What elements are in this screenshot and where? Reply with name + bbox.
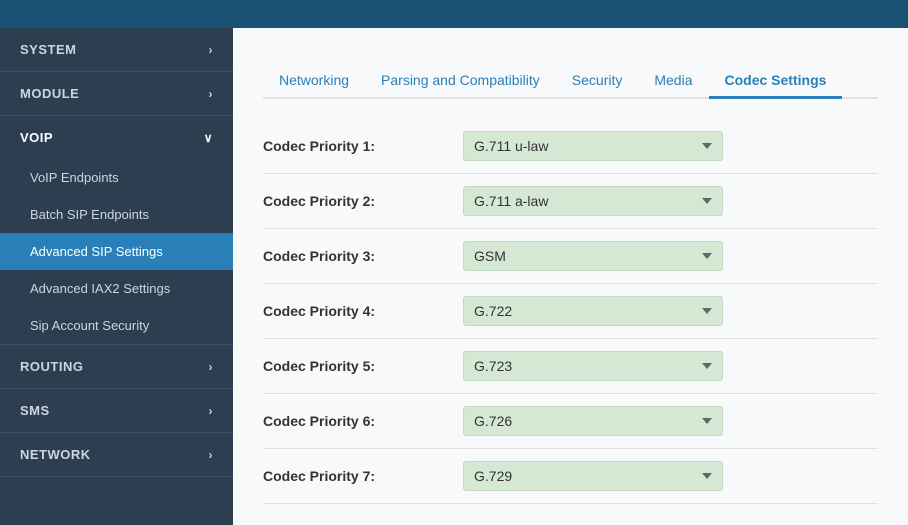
codec-select-wrap-4: G.711 u-lawG.711 a-lawGSMG.722G.723G.726… [463,296,723,326]
codec-select-4[interactable]: G.711 u-lawG.711 a-lawGSMG.722G.723G.726… [463,296,723,326]
sidebar-item-label-network: NETWORK [20,447,91,462]
sidebar-subitem-voip-endpoints[interactable]: VoIP Endpoints [0,159,233,196]
sidebar-item-sms[interactable]: SMS › [0,389,233,432]
sidebar-section-voip: VOIP∨VoIP EndpointsBatch SIP EndpointsAd… [0,116,233,345]
sidebar-section-network: NETWORK › [0,433,233,477]
tab-networking[interactable]: Networking [263,64,365,99]
sidebar-item-label-sms: SMS [20,403,50,418]
codec-select-wrap-6: G.711 u-lawG.711 a-lawGSMG.722G.723G.726… [463,406,723,436]
codec-select-wrap-1: G.711 u-lawG.711 a-lawGSMG.722G.723G.726… [463,131,723,161]
codec-label-1: Codec Priority 1: [263,138,463,154]
codec-row-7: Codec Priority 7:G.711 u-lawG.711 a-lawG… [263,449,878,504]
sidebar-item-module[interactable]: MODULE › [0,72,233,115]
codec-label-4: Codec Priority 4: [263,303,463,319]
codec-label-5: Codec Priority 5: [263,358,463,374]
codec-row-5: Codec Priority 5:G.711 u-lawG.711 a-lawG… [263,339,878,394]
sidebar-subitem-advanced-sip-settings[interactable]: Advanced SIP Settings [0,233,233,270]
sidebar-item-system[interactable]: SYSTEM › [0,28,233,71]
chevron-down-icon: ∨ [204,131,213,145]
codec-select-6[interactable]: G.711 u-lawG.711 a-lawGSMG.722G.723G.726… [463,406,723,436]
sidebar-subitem-batch-sip-endpoints[interactable]: Batch SIP Endpoints [0,196,233,233]
codec-select-7[interactable]: G.711 u-lawG.711 a-lawGSMG.722G.723G.726… [463,461,723,491]
sidebar-item-voip[interactable]: VOIP ∨ [0,116,233,159]
codec-select-wrap-3: G.711 u-lawG.711 a-lawGSMG.722G.723G.726… [463,241,723,271]
codec-select-wrap-7: G.711 u-lawG.711 a-lawGSMG.722G.723G.726… [463,461,723,491]
chevron-right-icon: › [209,43,214,57]
codec-select-3[interactable]: G.711 u-lawG.711 a-lawGSMG.722G.723G.726… [463,241,723,271]
codec-row-4: Codec Priority 4:G.711 u-lawG.711 a-lawG… [263,284,878,339]
chevron-right-icon: › [209,360,214,374]
tab-security[interactable]: Security [556,64,639,99]
chevron-right-icon: › [209,87,214,101]
sidebar-section-sms: SMS › [0,389,233,433]
codec-select-5[interactable]: G.711 u-lawG.711 a-lawGSMG.722G.723G.726… [463,351,723,381]
sidebar-subitem-advanced-iax2-settings[interactable]: Advanced IAX2 Settings [0,270,233,307]
tab-parsing[interactable]: Parsing and Compatibility [365,64,556,99]
codec-label-3: Codec Priority 3: [263,248,463,264]
sidebar-item-network[interactable]: NETWORK › [0,433,233,476]
sidebar-item-label-module: MODULE [20,86,79,101]
codec-select-1[interactable]: G.711 u-lawG.711 a-lawGSMG.722G.723G.726… [463,131,723,161]
sidebar-item-label-voip: VOIP [20,130,53,145]
tabs-bar: NetworkingParsing and CompatibilitySecur… [263,64,878,99]
codec-select-2[interactable]: G.711 u-lawG.711 a-lawGSMG.722G.723G.726… [463,186,723,216]
codec-settings-form: Codec Priority 1:G.711 u-lawG.711 a-lawG… [263,119,878,504]
codec-row-1: Codec Priority 1:G.711 u-lawG.711 a-lawG… [263,119,878,174]
sidebar-subitem-sip-account-security[interactable]: Sip Account Security [0,307,233,344]
codec-label-6: Codec Priority 6: [263,413,463,429]
codec-row-2: Codec Priority 2:G.711 u-lawG.711 a-lawG… [263,174,878,229]
sidebar-item-routing[interactable]: ROUTING › [0,345,233,388]
sidebar-section-routing: ROUTING › [0,345,233,389]
content-area: NetworkingParsing and CompatibilitySecur… [233,28,908,525]
sidebar-section-system: SYSTEM › [0,28,233,72]
sidebar: SYSTEM › MODULE › VOIP ∨ VoIP EndpointsBatch S… [0,28,233,525]
sidebar-item-label-routing: ROUTING [20,359,83,374]
codec-row-3: Codec Priority 3:G.711 u-lawG.711 a-lawG… [263,229,878,284]
codec-select-wrap-2: G.711 u-lawG.711 a-lawGSMG.722G.723G.726… [463,186,723,216]
chevron-right-icon: › [209,404,214,418]
sidebar-section-module: MODULE › [0,72,233,116]
codec-label-7: Codec Priority 7: [263,468,463,484]
codec-select-wrap-5: G.711 u-lawG.711 a-lawGSMG.722G.723G.726… [463,351,723,381]
app-header [0,0,908,28]
tab-media[interactable]: Media [638,64,708,99]
main-layout: SYSTEM › MODULE › VOIP ∨ VoIP EndpointsBatch S… [0,28,908,525]
chevron-right-icon: › [209,448,214,462]
codec-row-6: Codec Priority 6:G.711 u-lawG.711 a-lawG… [263,394,878,449]
codec-label-2: Codec Priority 2: [263,193,463,209]
tab-codec-settings[interactable]: Codec Settings [709,64,843,99]
sidebar-item-label-system: SYSTEM [20,42,76,57]
